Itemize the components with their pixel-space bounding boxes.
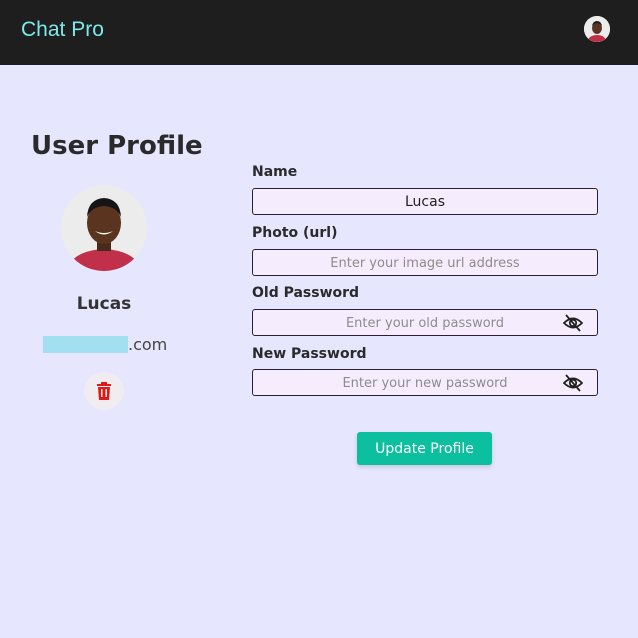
profile-email: .com [43,335,167,354]
photo-field[interactable] [252,249,598,276]
profile-avatar [61,185,147,271]
new-password-field[interactable] [252,369,598,396]
photo-url-input[interactable] [253,250,597,275]
eye-off-icon[interactable] [563,374,583,392]
trash-icon [97,382,111,400]
nav-avatar[interactable] [584,16,610,42]
navbar: Chat Pro [0,0,638,65]
old-password-label: Old Password [252,285,360,301]
old-password-input[interactable] [253,310,597,335]
delete-account-button[interactable] [84,372,124,410]
redacted-email-block [43,336,128,353]
email-domain: .com [128,335,168,354]
brand-logo[interactable]: Chat Pro [21,18,104,42]
name-field[interactable] [252,188,598,215]
update-profile-button[interactable]: Update Profile [357,432,492,465]
name-input[interactable] [253,189,597,214]
new-password-label: New Password [252,346,367,362]
profile-name: Lucas [76,294,132,314]
old-password-field[interactable] [252,309,598,336]
eye-off-icon[interactable] [563,314,583,332]
page-title: User Profile [31,131,203,161]
new-password-input[interactable] [253,370,597,395]
photo-label: Photo (url) [252,225,338,241]
name-label: Name [252,164,298,180]
